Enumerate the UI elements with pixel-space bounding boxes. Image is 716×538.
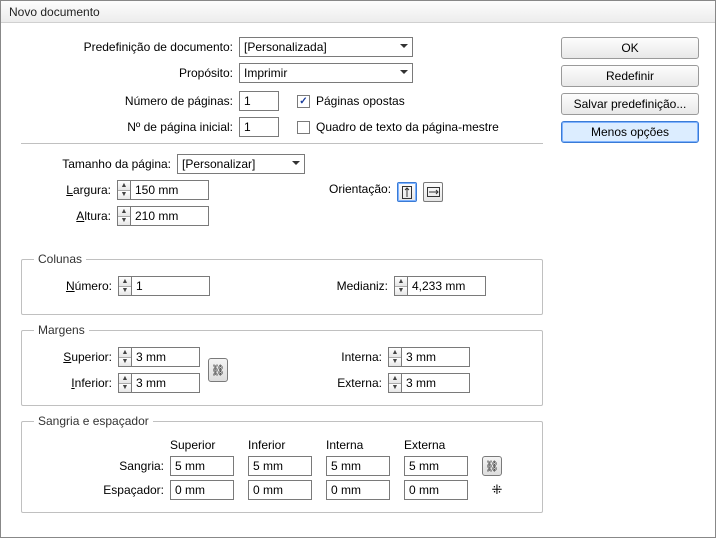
bleed-link-icon[interactable]: ⛓ xyxy=(482,456,502,476)
columns-group: Colunas Número: ▲▼ Medianiz: ▲▼ xyxy=(21,252,543,315)
bleed-top-input[interactable] xyxy=(170,456,234,476)
col-top: Superior xyxy=(170,438,242,452)
slug-inner-input[interactable] xyxy=(326,480,390,500)
margin-outer-spinner[interactable]: ▲▼ xyxy=(388,373,470,393)
margins-legend: Margens xyxy=(34,323,89,337)
columns-num-label: Número: xyxy=(34,279,112,293)
height-spinner[interactable]: ▲▼ xyxy=(117,206,209,226)
slug-bottom-input[interactable] xyxy=(248,480,312,500)
columns-num-spinner[interactable]: ▲▼ xyxy=(118,276,210,296)
orientation-portrait-icon[interactable] xyxy=(397,182,417,202)
master-text-label: Quadro de texto da página-mestre xyxy=(316,120,499,134)
pages-num-input[interactable] xyxy=(239,91,279,111)
preset-select[interactable]: [Personalizada] xyxy=(239,37,413,57)
save-preset-button[interactable]: Salvar predefinição... xyxy=(561,93,699,115)
slug-top-input[interactable] xyxy=(170,480,234,500)
orientation-label: Orientação: xyxy=(329,182,391,196)
margin-top-label: Superior: xyxy=(34,350,112,364)
bleed-legend: Sangria e espaçador xyxy=(34,414,153,428)
dialog-new-document: Novo documento Predefinição de documento… xyxy=(0,0,716,538)
margin-top-spinner[interactable]: ▲▼ xyxy=(118,347,200,367)
orientation-landscape-icon[interactable] xyxy=(423,182,443,202)
margins-group: Margens Superior: ▲▼ Inferior: ▲▼ ⛓ xyxy=(21,323,543,406)
margins-link-icon[interactable]: ⛓ xyxy=(208,358,228,382)
pagesize-select[interactable]: [Personalizar] xyxy=(177,154,305,174)
col-outer: Externa xyxy=(404,438,476,452)
slug-link-icon[interactable]: ⁜ xyxy=(482,482,512,498)
pagesize-group: Tamanho da página: [Personalizar] Largur… xyxy=(21,143,543,244)
start-page-input[interactable] xyxy=(239,117,279,137)
pagesize-label: Tamanho da página: xyxy=(21,157,171,171)
width-spinner[interactable]: ▲▼ xyxy=(117,180,209,200)
less-options-button[interactable]: Menos opções xyxy=(561,121,699,143)
height-label: Altura: xyxy=(21,209,111,223)
margin-outer-label: Externa: xyxy=(320,376,382,390)
intent-select[interactable]: Imprimir xyxy=(239,63,413,83)
chevron-down-icon xyxy=(400,44,408,52)
start-page-label: Nº de página inicial: xyxy=(21,120,233,134)
ok-button[interactable]: OK xyxy=(561,37,699,59)
redefine-button[interactable]: Redefinir xyxy=(561,65,699,87)
master-text-checkbox[interactable] xyxy=(297,121,310,134)
preset-label: Predefinição de documento: xyxy=(21,40,233,54)
width-label: Largura: xyxy=(21,183,111,197)
pages-num-label: Número de páginas: xyxy=(21,94,233,108)
margin-bottom-spinner[interactable]: ▲▼ xyxy=(118,373,200,393)
bleed-label: Sangria: xyxy=(34,459,164,473)
dialog-title: Novo documento xyxy=(1,1,715,23)
chevron-down-icon xyxy=(292,161,300,169)
gutter-input[interactable] xyxy=(408,276,486,296)
bleed-group: Sangria e espaçador Superior Inferior In… xyxy=(21,414,543,513)
width-input[interactable] xyxy=(131,180,209,200)
columns-legend: Colunas xyxy=(34,252,86,266)
col-inner: Interna xyxy=(326,438,398,452)
margin-bottom-label: Inferior: xyxy=(34,376,112,390)
chevron-down-icon xyxy=(400,70,408,78)
margin-inner-label: Interna: xyxy=(320,350,382,364)
margin-inner-spinner[interactable]: ▲▼ xyxy=(388,347,470,367)
height-input[interactable] xyxy=(131,206,209,226)
bleed-outer-input[interactable] xyxy=(404,456,468,476)
slug-outer-input[interactable] xyxy=(404,480,468,500)
intent-label: Propósito: xyxy=(21,66,233,80)
slug-label: Espaçador: xyxy=(34,483,164,497)
columns-num-input[interactable] xyxy=(132,276,210,296)
col-bottom: Inferior xyxy=(248,438,320,452)
gutter-spinner[interactable]: ▲▼ xyxy=(394,276,486,296)
bleed-bottom-input[interactable] xyxy=(248,456,312,476)
facing-pages-checkbox[interactable]: ✓ xyxy=(297,95,310,108)
gutter-label: Medianiz: xyxy=(216,279,388,293)
facing-pages-label: Páginas opostas xyxy=(316,94,405,108)
bleed-inner-input[interactable] xyxy=(326,456,390,476)
